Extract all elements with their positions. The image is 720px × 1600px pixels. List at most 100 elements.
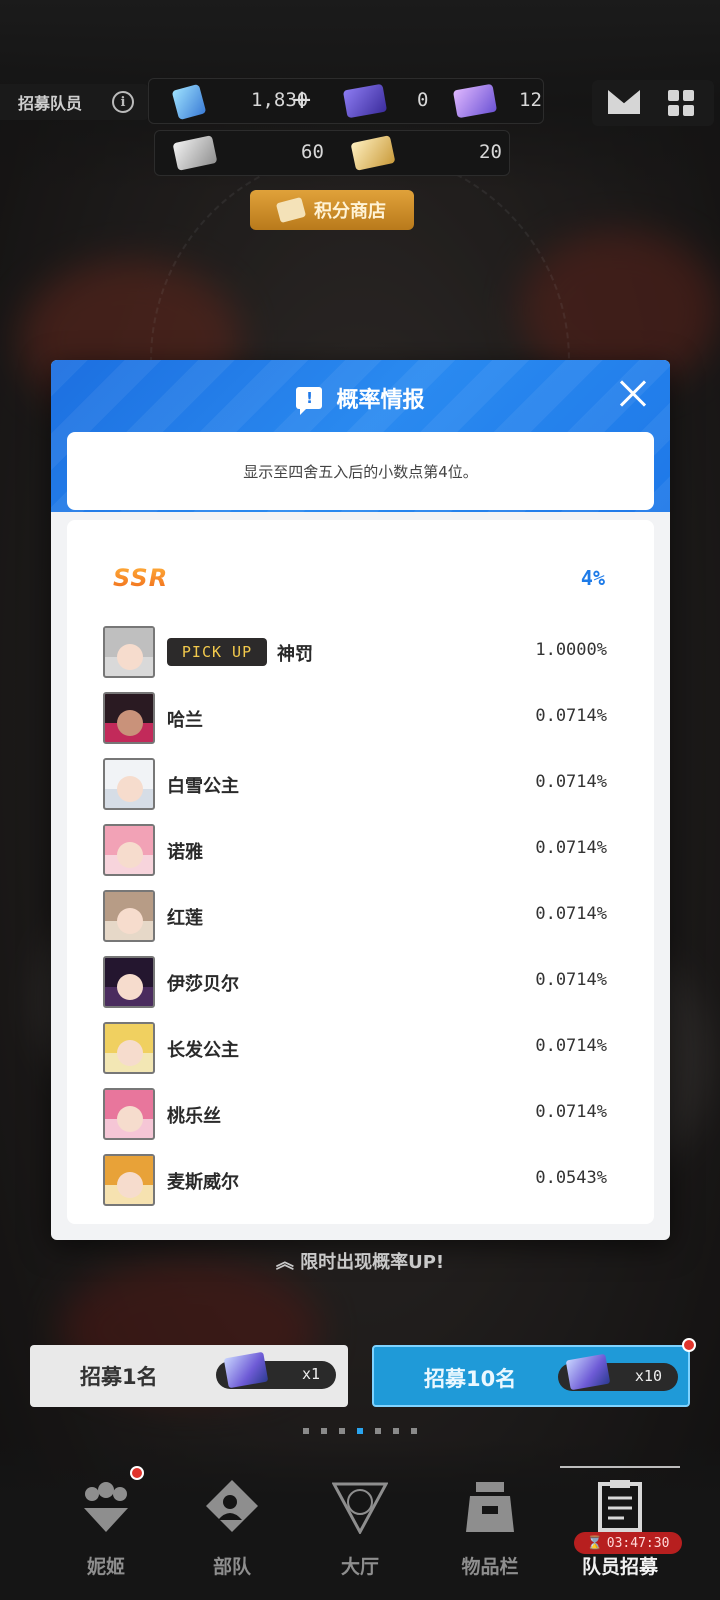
character-name: 神罚	[277, 644, 313, 665]
list-item: 红莲 0.0714%	[103, 890, 611, 944]
ticket-purple-count: 0	[417, 89, 429, 111]
rate-list[interactable]: SSR 4% PICK UP 神罚 1.0000% 哈兰 0.0714% 白雪公…	[67, 520, 654, 1224]
list-item: 白雪公主 0.0714%	[103, 758, 611, 812]
recruit-one-count: x1	[301, 1365, 320, 1383]
nav-nikke[interactable]: 妮姬	[46, 1460, 166, 1590]
point-shop-label: 积分商店	[314, 201, 386, 222]
modal-title: 概率情报	[336, 388, 425, 413]
list-item: 伊莎贝尔 0.0714%	[103, 956, 611, 1010]
list-item: 哈兰 0.0714%	[103, 692, 611, 746]
avatar	[103, 1154, 155, 1206]
recruit-one-label: 招募1名	[80, 1365, 158, 1389]
nav-recruit-label: 队员招募	[581, 1556, 658, 1578]
character-name: 红莲	[167, 908, 203, 929]
notification-dot	[682, 1338, 696, 1352]
hourglass-icon: ⌛	[586, 1535, 603, 1551]
recruit-icon	[598, 1480, 642, 1532]
character-rate: 0.0714%	[535, 772, 607, 792]
chevron-up-icon: ︽	[275, 1252, 294, 1273]
list-item: 桃乐丝 0.0714%	[103, 1088, 611, 1142]
ticket-gold-icon	[350, 135, 396, 171]
character-rate: 0.0714%	[535, 1102, 607, 1122]
character-rate: 0.0714%	[535, 970, 607, 990]
rounding-note: 显示至四舍五入后的小数点第4位。	[67, 432, 654, 510]
nikke-icon	[84, 1482, 128, 1532]
ticket-silver-icon	[172, 135, 218, 171]
top-bar: 招募队员 i 1,830 + 0 12 60 20	[0, 0, 720, 190]
list-item: PICK UP 神罚 1.0000%	[103, 626, 611, 680]
character-name: 桃乐丝	[167, 1106, 221, 1127]
character-rate: 0.0543%	[535, 1168, 607, 1188]
character-name: 长发公主	[167, 1040, 239, 1061]
mail-menu-group	[592, 80, 714, 126]
recruit-ten-count: x10	[634, 1367, 662, 1385]
bottom-nav: 妮姬 部队 大厅 物品栏 ⌛ 03:47:30 队员招募	[0, 1440, 720, 1600]
lobby-icon	[332, 1482, 388, 1534]
avatar	[103, 1088, 155, 1140]
ticket-pink-icon	[565, 1353, 611, 1391]
avatar	[103, 758, 155, 810]
ssr-tier-label: SSR	[113, 564, 169, 592]
notification-dot	[130, 1466, 144, 1480]
character-rate: 0.0714%	[535, 706, 607, 726]
gem-icon	[171, 83, 207, 121]
ssr-tier-rate: 4%	[580, 566, 605, 590]
character-name: 诺雅	[167, 842, 203, 863]
rate-up-label: 限时出现概率UP!	[300, 1252, 445, 1273]
page-indicator	[0, 1428, 720, 1434]
avatar	[103, 824, 155, 876]
character-name: 白雪公主	[167, 776, 239, 797]
mail-icon[interactable]	[608, 90, 640, 114]
character-name: 伊莎贝尔	[167, 974, 239, 995]
character-rate: 0.0714%	[535, 838, 607, 858]
rate-up-hint[interactable]: ︽ 限时出现概率UP!	[0, 1248, 720, 1274]
ticket-purple-icon	[342, 83, 388, 119]
notice-icon: !	[296, 387, 323, 415]
character-name: 哈兰	[167, 710, 203, 731]
grid-menu-icon[interactable]	[668, 90, 694, 116]
nav-inventory-label: 物品栏	[461, 1556, 519, 1578]
recruit-ten-button[interactable]: 招募10名 x10	[372, 1345, 690, 1407]
modal-header: ! 概率情报 显示至四舍五入后的小数点第4位。	[51, 360, 670, 512]
recruit-ten-label: 招募10名	[424, 1367, 517, 1391]
nav-squad[interactable]: 部队	[172, 1460, 292, 1590]
close-button[interactable]	[613, 374, 653, 414]
squad-icon	[206, 1480, 258, 1532]
info-icon[interactable]: i	[112, 91, 134, 113]
recruit-ten-cost: x10	[558, 1353, 678, 1391]
list-item: 诺雅 0.0714%	[103, 824, 611, 878]
ticket-pink-icon	[452, 83, 498, 119]
character-rate: 1.0000%	[535, 640, 607, 660]
currency-bar-bottom: 60 20	[154, 130, 510, 176]
avatar	[103, 626, 155, 678]
probability-modal: ! 概率情报 显示至四舍五入后的小数点第4位。 SSR 4% PICK UP 神…	[51, 360, 670, 1240]
character-name: 麦斯威尔	[167, 1172, 239, 1193]
ticket-pink-count: 12	[519, 89, 542, 111]
nav-squad-label: 部队	[212, 1556, 251, 1578]
inventory-icon	[466, 1482, 514, 1532]
character-rate: 0.0714%	[535, 1036, 607, 1056]
active-indicator	[560, 1466, 680, 1468]
shop-ticket-icon	[275, 196, 307, 224]
character-rate: 0.0714%	[535, 904, 607, 924]
list-item: 麦斯威尔 0.0543%	[103, 1154, 611, 1208]
ticket-pink-icon	[223, 1351, 269, 1389]
ticket-gold-count: 20	[479, 141, 502, 163]
pickup-badge: PICK UP	[167, 638, 267, 666]
nav-nikke-label: 妮姬	[86, 1556, 125, 1578]
recruit-one-cost: x1	[216, 1351, 336, 1389]
point-shop-button[interactable]: 积分商店	[250, 190, 414, 230]
recruit-label: 招募队员	[18, 94, 83, 113]
add-gem-button[interactable]: +	[291, 87, 313, 113]
avatar	[103, 956, 155, 1008]
list-item: 长发公主 0.0714%	[103, 1022, 611, 1076]
avatar	[103, 1022, 155, 1074]
recruit-one-button[interactable]: 招募1名 x1	[30, 1345, 348, 1407]
nav-lobby[interactable]: 大厅	[300, 1460, 420, 1590]
avatar	[103, 890, 155, 942]
nav-recruit[interactable]: ⌛ 03:47:30 队员招募	[560, 1460, 682, 1590]
nav-inventory[interactable]: 物品栏	[430, 1460, 550, 1590]
avatar	[103, 692, 155, 744]
currency-bar-top: 1,830 + 0 12	[148, 78, 544, 124]
recruit-timer: ⌛ 03:47:30	[574, 1532, 682, 1554]
